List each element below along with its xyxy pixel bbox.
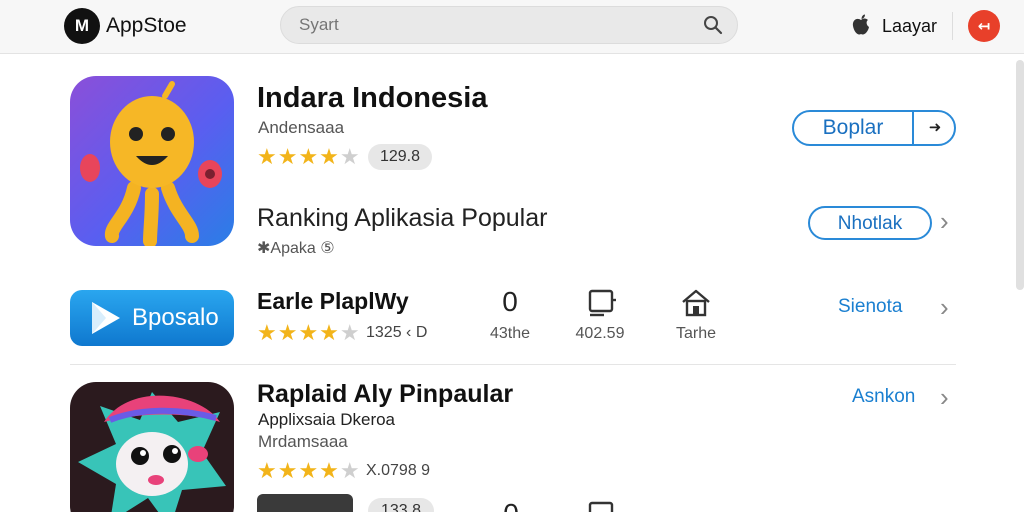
exit-arrow-icon: ↤: [977, 18, 991, 35]
app3-link[interactable]: Asnkon: [852, 386, 915, 408]
ranking-action-label: Nhotlak: [837, 213, 903, 234]
ranking-action-button[interactable]: Nhotlak: [808, 206, 932, 240]
featured-rating-value: 129.8: [379, 148, 421, 165]
stat-2-label: 402.59: [575, 325, 625, 342]
app3-developer[interactable]: Mrdamsaaa: [258, 432, 348, 452]
chevron-right-icon[interactable]: ›: [940, 292, 949, 323]
app3-icon[interactable]: [70, 382, 234, 512]
app3-bottom-value: 0: [496, 498, 526, 512]
app2-link[interactable]: Sienota: [838, 296, 902, 318]
featured-action-label: Boplar: [822, 116, 884, 139]
app3-bottom-pill: 133.8: [368, 498, 434, 512]
button-divider: [912, 112, 914, 144]
asterisk-icon: ✱: [257, 240, 271, 257]
chevron-right-icon[interactable]: ›: [940, 382, 949, 413]
brand-name[interactable]: AppStoe: [106, 14, 187, 38]
search-input[interactable]: [299, 7, 689, 43]
logo-text: M: [74, 16, 90, 35]
app-store-logo[interactable]: M: [64, 8, 100, 44]
home-icon: [682, 289, 710, 317]
featured-app-title[interactable]: Indara Indonesia: [257, 82, 487, 115]
app3-title[interactable]: Raplaid Aly Pinpaular: [257, 380, 513, 409]
badge-icon: ⑤: [320, 240, 335, 257]
header-divider: [952, 12, 953, 40]
featured-app-icon[interactable]: [70, 76, 234, 246]
app3-bottom-pill-value: 133.8: [380, 502, 422, 512]
search-icon[interactable]: [703, 15, 723, 35]
device-icon: [588, 501, 614, 512]
exit-button[interactable]: ↤: [968, 10, 1000, 42]
ranking-meta: ✱Apaka ⑤: [257, 238, 335, 258]
app3-rating-stars: ★★★★★: [257, 458, 361, 483]
octopus-mascot-icon: [80, 81, 222, 246]
apple-icon: [852, 14, 869, 35]
featured-rating-stars: ★★★★★: [257, 144, 361, 169]
search-bar[interactable]: [280, 6, 738, 44]
device-icon: [588, 289, 616, 317]
app2-rating-text: 1325 ‹ D: [366, 324, 428, 341]
featured-rating-badge: 129.8: [368, 144, 432, 170]
app2-badge-button[interactable]: Bposalo: [70, 290, 234, 346]
account-label[interactable]: Laayar: [882, 16, 937, 37]
ranking-section-title: Ranking Aplikasia Popular: [257, 204, 548, 232]
play-icon: [92, 302, 120, 334]
app3-subtitle: Applixsaia Dkeroa: [258, 410, 396, 429]
app2-title[interactable]: Earle PlaplWy: [257, 288, 409, 315]
featured-action-button[interactable]: Boplar ➜: [792, 110, 956, 146]
stat-1-label: 43the: [489, 325, 531, 342]
stat-1-value: 0: [502, 286, 518, 317]
app2-badge-label: Bposalo: [132, 304, 219, 331]
app3-get-button[interactable]: [257, 494, 353, 512]
top-bar: M AppStoe Laayar ↤: [0, 0, 1024, 54]
cat-mascot-icon: [78, 392, 226, 512]
scrollbar[interactable]: [1016, 60, 1024, 290]
chevron-right-icon[interactable]: ›: [940, 206, 949, 237]
stat-3-label: Tarhe: [675, 325, 717, 342]
section-divider: [70, 364, 956, 365]
arrow-right-icon: ➜: [928, 119, 942, 136]
featured-app-developer[interactable]: Andensaaa: [258, 118, 344, 138]
ranking-meta-label: Apaka: [270, 240, 316, 257]
app3-rating-text: X.0798 9: [366, 462, 431, 479]
app2-rating-stars: ★★★★★: [257, 320, 361, 345]
